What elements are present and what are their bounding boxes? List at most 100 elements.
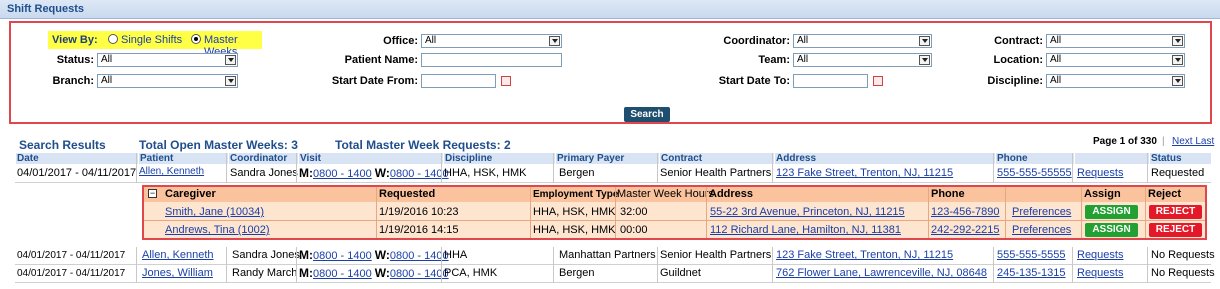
visit-m-link[interactable]: 0800 - 1400 bbox=[313, 268, 372, 280]
calendar-icon[interactable] bbox=[873, 76, 883, 86]
assign-button[interactable]: ASSIGN bbox=[1085, 223, 1138, 237]
phone-link[interactable]: 245-135-1315 bbox=[997, 265, 1066, 282]
discipline-label: Discipline: bbox=[987, 75, 1043, 87]
coordinator-select[interactable]: All bbox=[793, 34, 932, 48]
title-bar: Shift Requests bbox=[0, 0, 1220, 19]
team-select[interactable]: All bbox=[793, 53, 932, 67]
sub-col-phone: Phone bbox=[931, 188, 965, 200]
chevron-down-icon bbox=[1172, 55, 1183, 65]
sub-phone-link[interactable]: 123-456-7890 bbox=[931, 203, 1000, 221]
discipline-select[interactable]: All bbox=[1046, 74, 1185, 88]
patient-name-label: Patient Name: bbox=[344, 54, 418, 66]
start-to-label: Start Date To: bbox=[718, 75, 790, 87]
sub-requested: 1/19/2016 10:23 bbox=[379, 206, 459, 218]
col-coordinator: Coordinator bbox=[228, 153, 288, 164]
branch-select[interactable]: All bbox=[97, 74, 238, 88]
reject-button[interactable]: REJECT bbox=[1149, 205, 1202, 219]
coordinator-label: Coordinator: bbox=[723, 35, 790, 47]
visit-m-label: M: bbox=[299, 266, 313, 280]
chevron-down-icon bbox=[919, 55, 930, 65]
start-from-label: Start Date From: bbox=[331, 75, 418, 87]
chevron-down-icon bbox=[1172, 36, 1183, 46]
phone-link[interactable]: 555-555-5555 bbox=[997, 247, 1066, 264]
requests-link[interactable]: Requests bbox=[1077, 247, 1123, 264]
col-discipline: Discipline bbox=[443, 153, 493, 164]
visit-w-link[interactable]: 0800 - 1400 bbox=[390, 168, 449, 180]
discipline-value: All bbox=[1050, 75, 1062, 86]
chevron-down-icon bbox=[549, 36, 560, 46]
visit-w-link[interactable]: 0800 - 1400 bbox=[390, 268, 449, 280]
requests-link[interactable]: Requests bbox=[1077, 265, 1123, 282]
sub-col-employment: Employment Type bbox=[533, 189, 619, 200]
filter-panel: View By: Single Shifts Master Weeks Stat… bbox=[9, 21, 1212, 124]
collapse-icon[interactable]: − bbox=[148, 189, 157, 198]
row-discipline: PCA, HMK bbox=[444, 267, 498, 279]
office-select[interactable]: All bbox=[421, 34, 562, 48]
row-status: Requested bbox=[1151, 167, 1205, 179]
row-status: No Requests bbox=[1151, 249, 1215, 261]
patient-link[interactable]: Allen, Kenneth bbox=[142, 247, 214, 264]
chevron-down-icon bbox=[225, 55, 236, 65]
office-value: All bbox=[425, 35, 437, 46]
address-link[interactable]: 123 Fake Street, Trenton, NJ, 11215 bbox=[776, 165, 953, 182]
next-last-link[interactable]: Next Last bbox=[1172, 136, 1214, 147]
start-date-to-input[interactable] bbox=[793, 74, 868, 88]
sub-employment: HHA, HSK, HMK bbox=[533, 224, 616, 236]
status-value: All bbox=[101, 54, 113, 65]
start-date-from-input[interactable] bbox=[421, 74, 496, 88]
col-date: Date bbox=[15, 153, 39, 164]
chevron-down-icon bbox=[1172, 76, 1183, 86]
calendar-icon[interactable] bbox=[501, 76, 511, 86]
sub-hours: 32:00 bbox=[620, 206, 648, 218]
visit-w-link[interactable]: 0800 - 1400 bbox=[390, 250, 449, 262]
visit-m-link[interactable]: 0800 - 1400 bbox=[313, 168, 372, 180]
col-visit: Visit bbox=[298, 153, 321, 164]
location-value: All bbox=[1050, 54, 1062, 65]
row-payer: Manhattan Partners bbox=[559, 249, 656, 261]
row-coordinator: Sandra Jones bbox=[232, 249, 300, 261]
master-weeks-radio[interactable] bbox=[191, 34, 201, 44]
coordinator-value: All bbox=[797, 35, 809, 46]
row-payer: Bergen bbox=[559, 167, 595, 179]
address-link[interactable]: 123 Fake Street, Trenton, NJ, 11215 bbox=[776, 247, 953, 264]
row-coordinator: Randy March bbox=[232, 267, 298, 279]
patient-link[interactable]: Jones, William bbox=[142, 265, 213, 282]
search-results-label: Search Results bbox=[19, 138, 106, 152]
reject-button[interactable]: REJECT bbox=[1149, 223, 1202, 237]
patient-name-input[interactable] bbox=[421, 53, 562, 67]
location-label: Location: bbox=[993, 54, 1044, 66]
address-link[interactable]: 762 Flower Lane, Lawrenceville, NJ, 0864… bbox=[776, 265, 987, 282]
preferences-link[interactable]: Preferences bbox=[1012, 203, 1071, 221]
sub-col-requested: Requested bbox=[379, 188, 436, 200]
contract-select[interactable]: All bbox=[1046, 34, 1185, 48]
contract-value: All bbox=[1050, 35, 1062, 46]
status-select[interactable]: All bbox=[97, 53, 238, 67]
single-shifts-label[interactable]: Single Shifts bbox=[121, 34, 182, 46]
requests-link[interactable]: Requests bbox=[1077, 165, 1123, 182]
assign-button[interactable]: ASSIGN bbox=[1085, 205, 1138, 219]
row-contract: Senior Health Partners bbox=[660, 167, 772, 179]
search-button[interactable]: Search bbox=[624, 107, 670, 122]
single-shifts-radio[interactable] bbox=[108, 34, 118, 44]
visit-w-label: W: bbox=[374, 248, 390, 262]
sub-address-link[interactable]: 112 Richard Lane, Hamilton, NJ, 11381 bbox=[710, 221, 901, 239]
caregiver-link[interactable]: Smith, Jane (10034) bbox=[165, 203, 264, 221]
row-date: 04/01/2017 - 04/11/2017 bbox=[17, 250, 126, 261]
location-select[interactable]: All bbox=[1046, 53, 1185, 67]
patient-link[interactable]: Allen, Kenneth bbox=[139, 163, 204, 180]
phone-link[interactable]: 555-555-55555 bbox=[997, 165, 1072, 182]
sub-address-link[interactable]: 55-22 3rd Avenue, Princeton, NJ, 11215 bbox=[710, 203, 905, 221]
sub-phone-link[interactable]: 242-292-2215 bbox=[931, 221, 1000, 239]
row-coordinator: Sandra Jones bbox=[230, 167, 298, 179]
col-phone: Phone bbox=[995, 153, 1028, 164]
view-by-group: View By: Single Shifts Master Weeks bbox=[48, 31, 262, 58]
team-value: All bbox=[797, 54, 809, 65]
visit-m-link[interactable]: 0800 - 1400 bbox=[313, 250, 372, 262]
page-indicator: Page 1 of 330 bbox=[1093, 136, 1157, 147]
caregiver-link[interactable]: Andrews, Tina (1002) bbox=[165, 221, 270, 239]
visit-m-label: M: bbox=[299, 166, 313, 180]
preferences-link[interactable]: Preferences bbox=[1012, 221, 1071, 239]
view-by-label: View By: bbox=[52, 34, 98, 46]
visit-w-label: W: bbox=[374, 266, 390, 280]
visit-m-label: M: bbox=[299, 248, 313, 262]
